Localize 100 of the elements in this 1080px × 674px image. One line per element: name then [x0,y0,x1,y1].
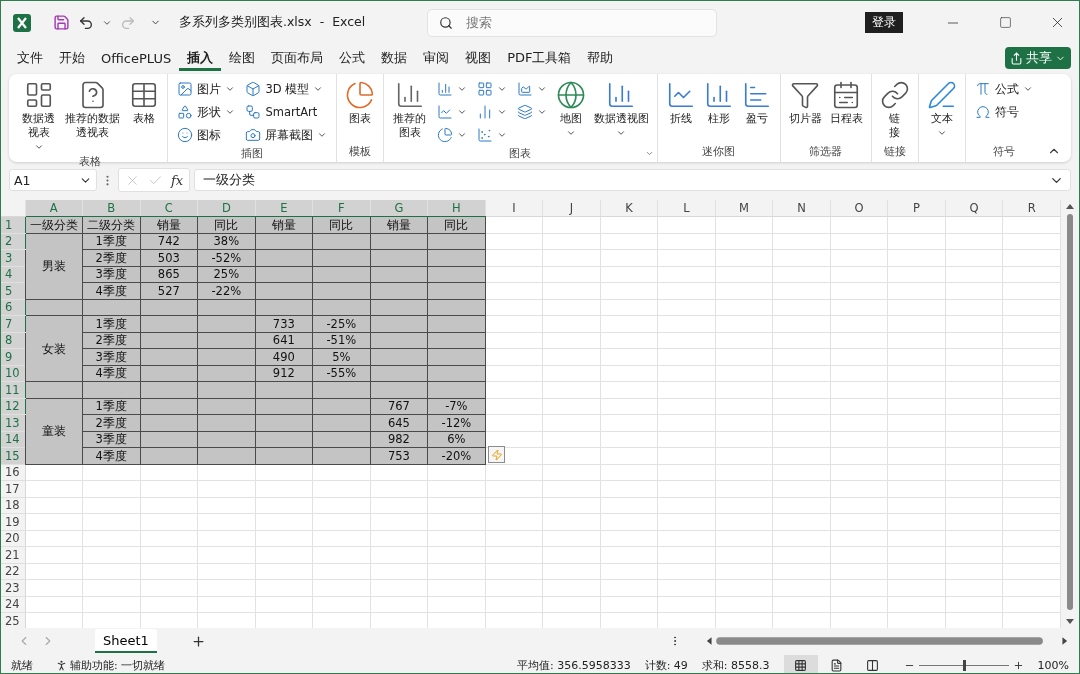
pi-icon [974,81,991,97]
group-label: 模板 [349,144,372,160]
ribbon-button[interactable]: 盈亏 [739,78,774,128]
pie-chart-icon [436,127,453,143]
column-header[interactable]: N [772,200,831,217]
menu-tab[interactable]: 数据 [373,45,416,71]
merged-cell: 女装 [25,315,83,382]
column-header[interactable]: I [485,200,543,217]
column-header[interactable]: G [370,200,428,217]
ribbon-button[interactable]: 推荐的图表 [390,78,430,142]
view-button[interactable] [783,655,818,673]
filter-icon [790,80,821,110]
menu-tab[interactable]: 文件 [9,45,51,71]
ribbon-button[interactable]: 3D 模型 [242,78,331,100]
pen-icon [926,80,957,110]
column-header[interactable]: A [25,200,83,217]
menu-tab[interactable]: OfficePLUS [93,45,180,71]
line-chart-icon [436,104,453,120]
column-header[interactable]: D [197,200,256,217]
sum-value: 求和: 8558.3 [701,657,770,673]
scatter-chart-icon [476,127,493,143]
column-header[interactable]: K [600,200,658,217]
formula-field[interactable]: 一级分类 [194,169,1071,191]
group-label: 符号 [992,144,1015,160]
search-icon [439,15,453,30]
ribbon-button[interactable]: 图表 [343,78,378,128]
menu-tab[interactable]: 绘图 [221,45,264,71]
accessibility-icon[interactable] [55,658,68,672]
login-button[interactable]: 登录 [865,12,903,33]
ribbon-button[interactable]: SmartArt [242,101,331,123]
column-header[interactable]: J [542,200,601,217]
menu-tab[interactable]: 视图 [457,45,500,71]
ribbon-button[interactable]: 形状 [174,101,239,123]
column-header[interactable]: Q [945,200,1003,217]
grid-icon [476,81,493,97]
column-header[interactable]: O [830,200,888,217]
ribbon-button[interactable]: 文本 [924,78,959,140]
menu-tab[interactable]: 开始 [51,45,93,71]
menu-tab[interactable]: 插入 [179,45,222,71]
zoom-level[interactable]: 100% [1037,658,1069,672]
workflow-icon [245,104,262,120]
column-header[interactable]: R [1002,200,1061,217]
undo-icon[interactable] [78,14,94,31]
column-header[interactable]: P [887,200,946,217]
column-header[interactable]: C [140,200,198,217]
merged-cell: 男装 [25,233,83,299]
zoom-in-icon[interactable] [1012,659,1024,671]
column-header[interactable]: B [82,200,141,217]
menu-tab[interactable]: PDF工具箱 [499,45,580,71]
ribbon-button[interactable]: 公式 [971,78,1036,100]
ribbon-button[interactable]: 屏幕截图 [242,124,331,146]
ribbon-button[interactable]: 数据透视图 [591,78,651,140]
page-icon [830,658,844,672]
ribbon-button[interactable]: 推荐的数据透视表 [62,78,124,142]
column-header[interactable]: L [657,200,716,217]
ribbon-button[interactable]: 符号 [971,101,1036,123]
sheet-tab[interactable]: Sheet1 [95,629,157,653]
dialog-launcher-icon[interactable] [644,149,654,158]
column-chart-icon [436,81,453,97]
ribbon-button[interactable]: 表格 [127,78,162,128]
search-field[interactable]: 搜索 [427,8,717,37]
ribbon-button[interactable]: 图片 [174,78,239,100]
group-label: 表格 [79,153,102,169]
column-header[interactable]: H [427,200,486,217]
merged-cell: 童装 [25,398,83,464]
share-button[interactable]: 共享 [1005,47,1071,69]
share-icon [1010,51,1023,65]
menu-tab[interactable]: 审阅 [415,45,458,71]
ribbon-button[interactable]: 折线 [663,78,698,128]
grid-icon [794,658,808,672]
ribbon-button[interactable]: 地图 [553,78,588,140]
ribbon-button[interactable]: 数据透视表 [19,78,59,154]
add-sheet-icon[interactable] [190,633,206,649]
globe-icon [555,80,586,110]
horizontal-scrollbar[interactable] [705,635,1069,647]
save-icon[interactable] [53,14,70,31]
group-label: 迷你图 [702,144,736,160]
insert-function-button[interactable]: fx [171,172,184,188]
ribbon-button[interactable]: 链接 [877,78,912,142]
column-header[interactable]: M [715,200,773,217]
menu-tab[interactable]: 公式 [331,45,374,71]
accessibility-status[interactable]: 辅助功能: 一切就绪 [70,657,166,673]
shapes-icon [177,104,194,120]
name-box[interactable]: A1 [9,169,97,191]
column-header[interactable]: E [255,200,313,217]
columns-icon [866,658,880,672]
omega-icon [974,104,991,120]
window-title: 多系列多类别图表.xlsx - Excel [179,14,367,31]
average-value: 平均值: 356.5958333 [516,657,631,673]
status-text: 就绪 [11,657,33,673]
quick-analysis-icon[interactable] [488,446,505,463]
ribbon-button[interactable]: 柱形 [701,78,736,128]
ribbon-button[interactable]: 图标 [174,124,239,146]
menu-tab[interactable]: 帮助 [579,45,622,71]
ribbon-button[interactable]: 日程表 [827,78,865,128]
ribbon-button[interactable]: 切片器 [786,78,824,128]
count-value: 计数: 49 [644,657,688,673]
column-header[interactable]: F [312,200,371,217]
menu-tab[interactable]: 页面布局 [263,45,332,71]
group-label: 插图 [241,146,264,162]
